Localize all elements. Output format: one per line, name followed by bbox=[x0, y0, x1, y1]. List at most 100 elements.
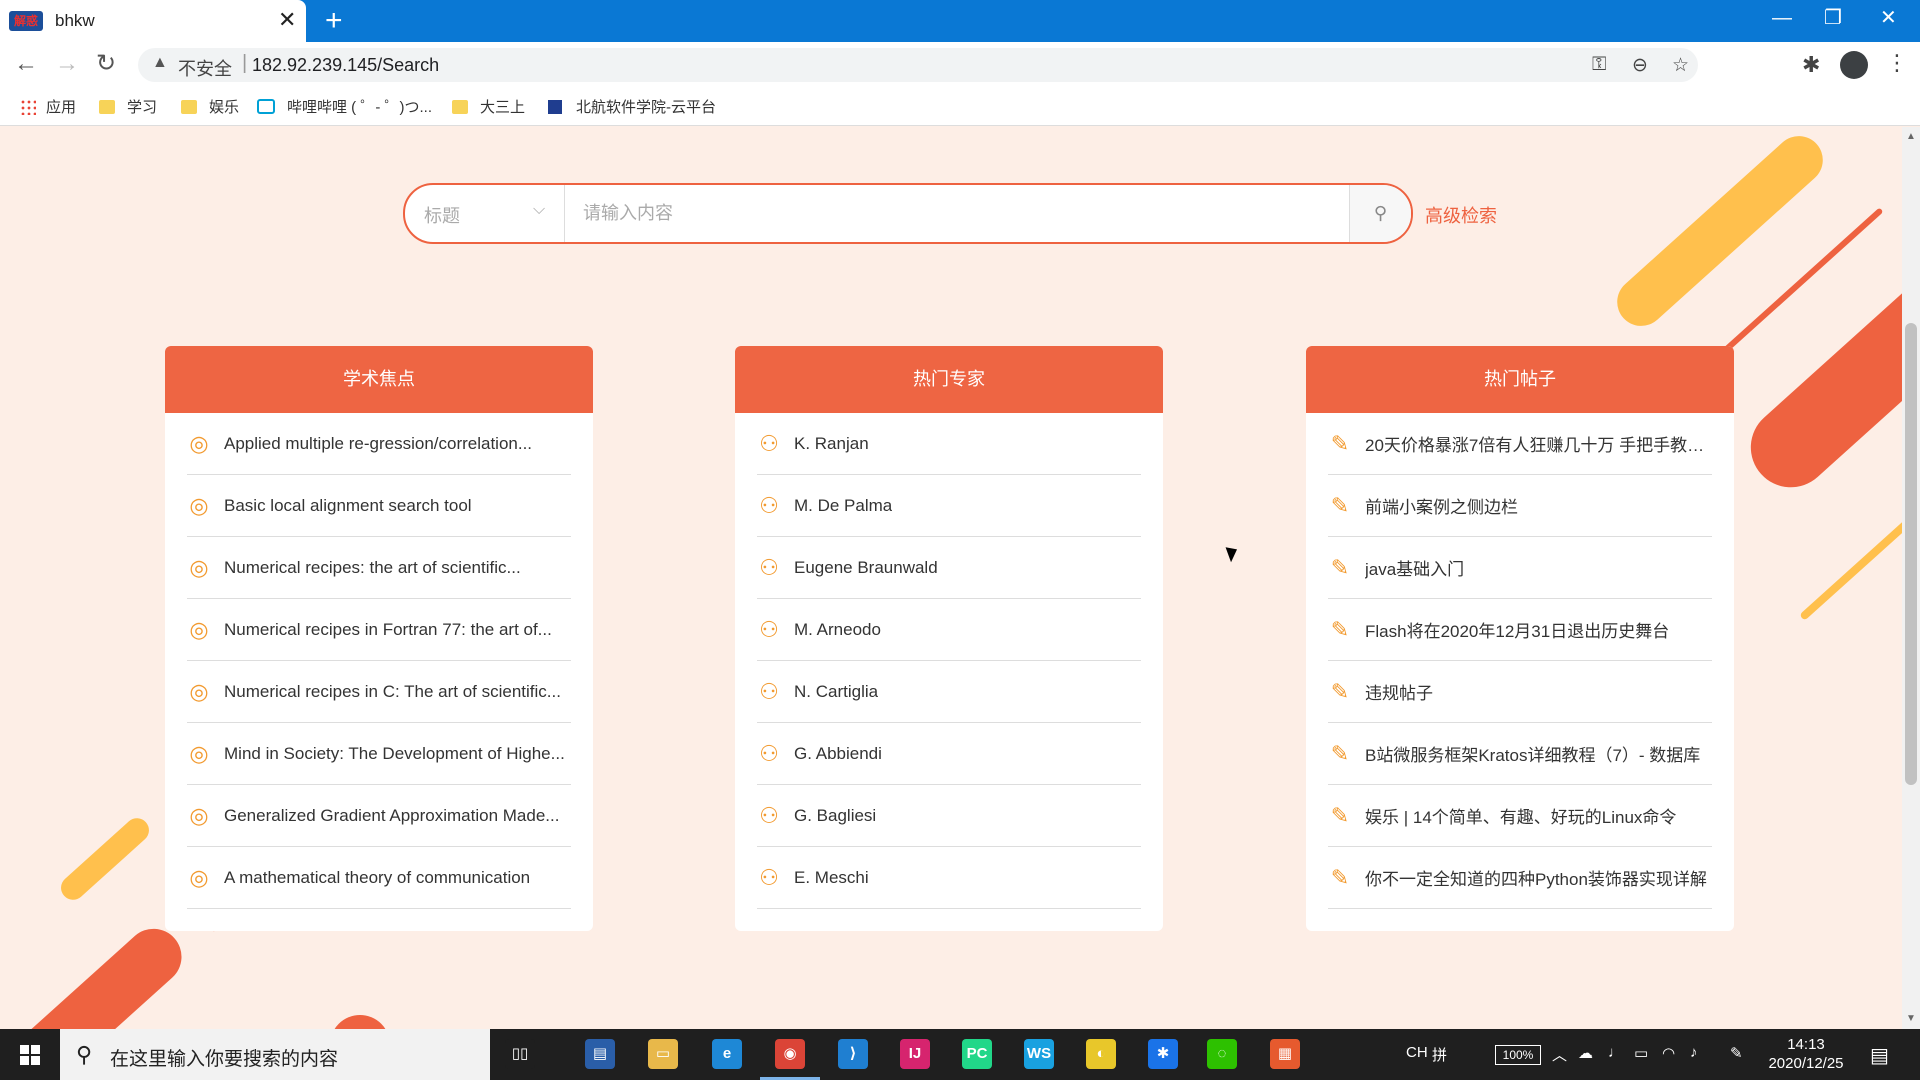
search-field-select[interactable]: 标题 ⌵ bbox=[405, 185, 565, 242]
list-item-text[interactable]: 娱乐 | 14个简单、有趣、好玩的Linux命令 bbox=[1365, 803, 1676, 828]
scroll-up-icon[interactable]: ▲ bbox=[1906, 131, 1916, 142]
profile-avatar[interactable] bbox=[1840, 51, 1868, 79]
list-item-text[interactable]: 违规帖子 bbox=[1365, 679, 1433, 704]
list-item-text[interactable]: 你不一定全知道的四种Python装饰器实现详解 bbox=[1365, 865, 1707, 890]
task-view-icon[interactable]: ▯▯ bbox=[505, 1039, 535, 1069]
search-input[interactable] bbox=[567, 185, 1349, 242]
onedrive-cloud-icon[interactable]: ☁ bbox=[1578, 1044, 1593, 1062]
intellij-icon[interactable]: IJ bbox=[900, 1039, 930, 1069]
list-item-text[interactable]: java基础入门 bbox=[1365, 555, 1464, 580]
search-button[interactable]: ⚲ bbox=[1349, 185, 1411, 242]
notification-icon[interactable]: ▤ bbox=[1870, 1043, 1889, 1068]
chrome-icon[interactable]: ◉ bbox=[775, 1039, 805, 1069]
ime-indicator[interactable]: CH bbox=[1406, 1044, 1428, 1061]
list-item-text[interactable]: Numerical recipes: the art of scientific… bbox=[224, 558, 521, 578]
microphone-icon[interactable]: ♩ bbox=[1608, 1044, 1623, 1061]
list-item-text[interactable]: Numerical recipes in C: The art of scien… bbox=[224, 682, 561, 702]
list-item[interactable]: ⚇ K. Ranjan bbox=[757, 413, 1141, 475]
advanced-search-link[interactable]: 高级检索 bbox=[1425, 202, 1497, 228]
new-tab-button[interactable]: + bbox=[325, 6, 343, 36]
file-explorer-icon[interactable]: ▭ bbox=[648, 1039, 678, 1069]
list-item[interactable]: ✎ 违规帖子 bbox=[1328, 661, 1712, 723]
list-item[interactable]: ⚇ Eugene Braunwald bbox=[757, 537, 1141, 599]
list-item-text[interactable]: 前端小案例之侧边栏 bbox=[1365, 493, 1518, 518]
power-icon[interactable]: ▭ bbox=[1634, 1044, 1648, 1062]
app-blue-icon[interactable]: ✱ bbox=[1148, 1039, 1178, 1069]
list-item[interactable]: ⚇ G. Bagliesi bbox=[757, 785, 1141, 847]
zoom-icon[interactable]: ⊖ bbox=[1632, 54, 1648, 77]
bookmark-junior-fall[interactable]: 大三上 bbox=[452, 96, 525, 117]
ime-mode-indicator[interactable]: 拼 bbox=[1432, 1044, 1447, 1065]
list-item-text[interactable]: G. Abbiendi bbox=[794, 744, 882, 764]
minimize-button[interactable]: — bbox=[1772, 6, 1792, 30]
system-clock[interactable]: 14:13 2020/12/25 bbox=[1764, 1035, 1848, 1073]
browser-tab[interactable]: 解惑 bhkw ✕ bbox=[0, 0, 306, 42]
pen-icon[interactable]: ✎ bbox=[1730, 1044, 1743, 1062]
scroll-down-icon[interactable]: ▼ bbox=[1906, 1013, 1916, 1024]
close-window-button[interactable]: ✕ bbox=[1880, 6, 1897, 30]
list-item-text[interactable]: Applied multiple re-gression/correlation… bbox=[224, 434, 532, 454]
list-item[interactable]: ✎ java基础入门 bbox=[1328, 537, 1712, 599]
list-item[interactable]: ✎ 前端小案例之侧边栏 bbox=[1328, 475, 1712, 537]
insecure-label[interactable]: 不安全 bbox=[178, 55, 232, 81]
wifi-icon[interactable]: ◠ bbox=[1662, 1044, 1675, 1062]
list-item-text[interactable]: Numerical recipes in Fortran 77: the art… bbox=[224, 620, 552, 640]
list-item-text[interactable]: Basic local alignment search tool bbox=[224, 496, 472, 516]
bookmark-bilibili[interactable]: 哔哩哔哩 ( ゜- ゜)つ... bbox=[257, 96, 432, 117]
list-item-text[interactable]: Eugene Braunwald bbox=[794, 558, 938, 578]
warning-icon[interactable]: ▲ bbox=[152, 54, 168, 72]
list-item-text[interactable]: 20天价格暴涨7倍有人狂赚几十万 手把手教你如... bbox=[1365, 431, 1712, 456]
back-icon[interactable]: ← bbox=[14, 50, 38, 78]
list-item[interactable]: ✎ B站微服务框架Kratos详细教程（7）- 数据库 bbox=[1328, 723, 1712, 785]
list-item[interactable]: ◎ Numerical recipes in Fortran 77: the ar… bbox=[187, 599, 571, 661]
list-item-text[interactable]: Mind in Society: The Development of High… bbox=[224, 744, 565, 764]
bookmark-apps[interactable]: 应用 bbox=[20, 96, 76, 117]
list-item[interactable]: ✎ 20天价格暴涨7倍有人狂赚几十万 手把手教你如... bbox=[1328, 413, 1712, 475]
browser-menu-icon[interactable]: ⋮ bbox=[1886, 50, 1908, 76]
list-item[interactable]: ⚇ G. Abbiendi bbox=[757, 723, 1141, 785]
bookmark-entertainment[interactable]: 娱乐 bbox=[181, 96, 239, 117]
presentation-icon[interactable]: ▦ bbox=[1270, 1039, 1300, 1069]
taskbar-search-box[interactable]: ⚲ 在这里输入你要搜索的内容 bbox=[60, 1029, 490, 1080]
bookmark-study[interactable]: 学习 bbox=[99, 96, 157, 117]
address-bar[interactable]: ▲ 不安全 | 182.92.239.145/Search ☆ ⊖ ⚿ bbox=[138, 48, 1698, 82]
list-item-text[interactable]: A mathematical theory of communication bbox=[224, 868, 530, 888]
list-item[interactable]: ✎ Flash将在2020年12月31日退出历史舞台 bbox=[1328, 599, 1712, 661]
list-item[interactable]: ◎ Basic local alignment search tool bbox=[187, 475, 571, 537]
list-item[interactable]: ◎ A mathematical theory of communication bbox=[187, 847, 571, 909]
star-icon[interactable]: ☆ bbox=[1672, 54, 1689, 77]
list-item-text[interactable]: E. Meschi bbox=[794, 868, 869, 888]
edge-icon[interactable]: e bbox=[712, 1039, 742, 1069]
list-item[interactable]: ⚇ N. Cartiglia bbox=[757, 661, 1141, 723]
list-item-text[interactable]: M. Arneodo bbox=[794, 620, 881, 640]
app-yellow-icon[interactable]: ◐ bbox=[1086, 1039, 1116, 1069]
network-app-icon[interactable]: ▤ bbox=[585, 1039, 615, 1069]
list-item[interactable]: ◎ Numerical recipes in C: The art of scie… bbox=[187, 661, 571, 723]
list-item[interactable]: ✎ 你不一定全知道的四种Python装饰器实现详解 bbox=[1328, 847, 1712, 909]
forward-icon[interactable]: → bbox=[55, 50, 79, 78]
webstorm-icon[interactable]: WS bbox=[1024, 1039, 1054, 1069]
page-scrollbar[interactable]: ▲ ▼ bbox=[1902, 127, 1920, 1029]
wechat-icon[interactable]: ◌ bbox=[1207, 1039, 1237, 1069]
list-item[interactable]: ⚇ M. De Palma bbox=[757, 475, 1141, 537]
list-item[interactable]: ⚇ E. Meschi bbox=[757, 847, 1141, 909]
list-item[interactable]: ◎ Mind in Society: The Development of Hig… bbox=[187, 723, 571, 785]
vscode-icon[interactable]: ⟩ bbox=[838, 1039, 868, 1069]
volume-icon[interactable]: ♪ bbox=[1690, 1044, 1698, 1061]
list-item-text[interactable]: Generalized Gradient Approximation Made.… bbox=[224, 806, 559, 826]
show-hidden-icons-chevron-icon[interactable]: ︿ bbox=[1552, 1044, 1567, 1065]
password-key-icon[interactable]: ⚿ bbox=[1592, 54, 1606, 76]
scroll-thumb[interactable] bbox=[1905, 323, 1917, 785]
tab-close-icon[interactable]: ✕ bbox=[278, 9, 296, 31]
list-item-text[interactable]: N. Cartiglia bbox=[794, 682, 878, 702]
restore-button[interactable]: ❐ bbox=[1824, 6, 1842, 30]
list-item-text[interactable]: B站微服务框架Kratos详细教程（7）- 数据库 bbox=[1365, 741, 1700, 766]
list-item[interactable]: ◎ Generalized Gradient Approximation Made… bbox=[187, 785, 571, 847]
url-text[interactable]: 182.92.239.145/Search bbox=[252, 55, 439, 76]
list-item[interactable]: ◎ Applied multiple re-gression/correlatio… bbox=[187, 413, 571, 475]
list-item-text[interactable]: M. De Palma bbox=[794, 496, 892, 516]
list-item-text[interactable]: G. Bagliesi bbox=[794, 806, 876, 826]
battery-indicator[interactable]: 100% bbox=[1495, 1045, 1541, 1065]
bookmark-beihang-cloud[interactable]: 北航软件学院-云平台 bbox=[548, 96, 716, 117]
extensions-icon[interactable]: ✱ bbox=[1802, 52, 1820, 78]
